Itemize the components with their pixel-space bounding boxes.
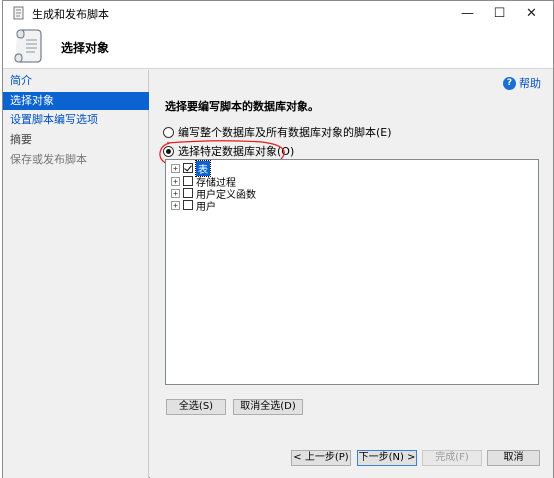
- page-header: 选择对象: [3, 25, 553, 69]
- help-link[interactable]: ? 帮助: [503, 75, 541, 91]
- maximize-button[interactable]: ☐: [483, 1, 516, 25]
- tree-node-users[interactable]: + 用户: [171, 199, 216, 213]
- tree-checkbox-users[interactable]: [183, 200, 193, 210]
- tree-label-users: 用户: [196, 201, 216, 213]
- minimize-button[interactable]: —: [451, 1, 484, 25]
- tree-node-tables[interactable]: + 表: [171, 159, 211, 177]
- help-icon: ?: [503, 76, 516, 90]
- tree-checkbox-user-functions[interactable]: [183, 188, 193, 198]
- expand-icon[interactable]: +: [171, 188, 180, 198]
- previous-button[interactable]: < 上一步(P): [291, 450, 351, 466]
- radio-entire-database[interactable]: [163, 126, 174, 138]
- option-entire-database[interactable]: 编写整个数据库及所有数据库对象的脚本(E): [163, 124, 392, 140]
- main-content: ? 帮助 选择要编写脚本的数据库对象。 编写整个数据库及所有数据库对象的脚本(E…: [150, 70, 553, 478]
- sidebar-item-scripting-options[interactable]: 设置脚本编写选项: [3, 111, 149, 129]
- deselect-all-button[interactable]: 取消全选(D): [233, 399, 303, 415]
- instruction-text: 选择要编写脚本的数据库对象。: [165, 100, 319, 113]
- option-entire-database-label: 编写整个数据库及所有数据库对象的脚本(E): [178, 126, 392, 139]
- select-all-button[interactable]: 全选(S): [166, 399, 226, 415]
- expand-icon[interactable]: +: [171, 163, 180, 173]
- sidebar-item-choose-objects[interactable]: 选择对象: [3, 92, 149, 110]
- object-tree: + 表 + 存储过程 + 用户定义函数 + 用户: [165, 159, 539, 385]
- sidebar-item-summary: 摘要: [10, 133, 32, 146]
- wizard-sidebar: 简介 选择对象 设置脚本编写选项 摘要 保存或发布脚本: [3, 70, 149, 478]
- help-label: 帮助: [519, 77, 541, 90]
- cancel-button[interactable]: 取消: [487, 450, 540, 466]
- title-bar: 生成和发布脚本 — ☐ ✕: [3, 1, 553, 25]
- finish-button: 完成(F): [422, 450, 482, 466]
- tree-checkbox-tables[interactable]: [183, 163, 193, 173]
- expand-icon[interactable]: +: [171, 176, 180, 186]
- page-title: 选择对象: [61, 41, 110, 55]
- sidebar-item-intro[interactable]: 简介: [3, 72, 149, 90]
- window-title: 生成和发布脚本: [32, 8, 109, 21]
- close-button[interactable]: ✕: [515, 1, 548, 25]
- app-scroll-icon: [13, 6, 24, 20]
- next-button[interactable]: 下一步(N) >: [357, 450, 417, 466]
- tree-checkbox-stored-procedures[interactable]: [183, 176, 193, 186]
- expand-icon[interactable]: +: [171, 200, 180, 210]
- script-scroll-icon: [14, 29, 42, 63]
- generate-scripts-dialog: 生成和发布脚本 — ☐ ✕ 选择对象 简介 选择对象 设置脚本编写选项 摘要 保…: [2, 0, 554, 478]
- sidebar-item-save-publish: 保存或发布脚本: [10, 153, 87, 166]
